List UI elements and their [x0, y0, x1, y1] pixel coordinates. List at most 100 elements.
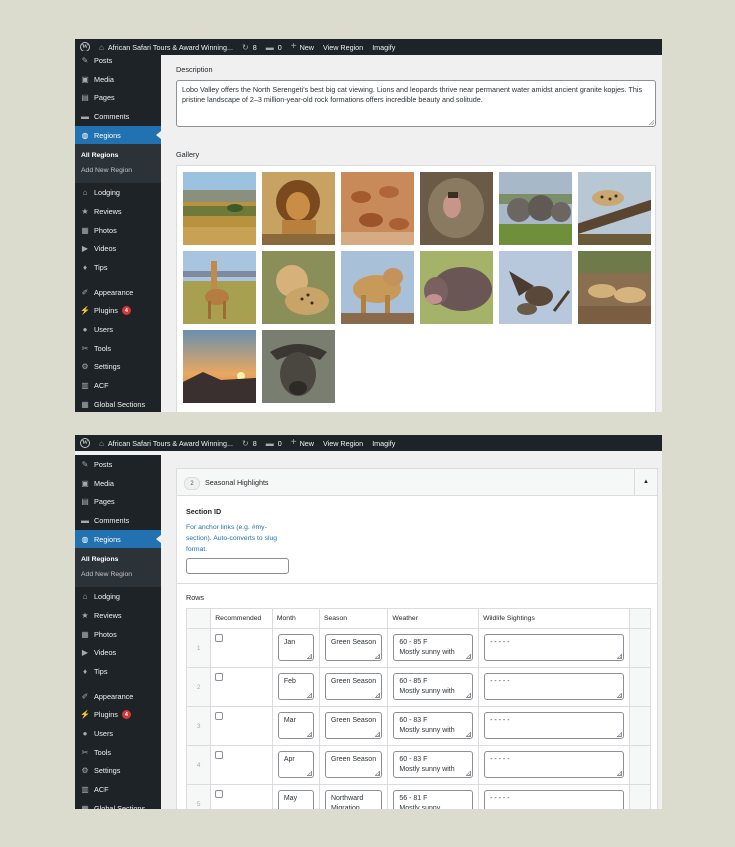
- month-textarea[interactable]: Mar: [277, 712, 314, 739]
- row-handle[interactable]: [628, 745, 652, 785]
- row-number[interactable]: 1: [185, 628, 212, 668]
- sidebar-item-users[interactable]: ● Users: [75, 724, 161, 743]
- comments-link[interactable]: ▬ 0: [266, 39, 282, 55]
- row-handle[interactable]: [628, 667, 652, 707]
- resize-grip-icon[interactable]: [306, 732, 312, 737]
- season-textarea[interactable]: Green Season: [324, 673, 383, 700]
- resize-grip-icon[interactable]: [375, 654, 381, 659]
- month-textarea[interactable]: May: [277, 790, 314, 809]
- wordpress-logo-menu[interactable]: W: [77, 435, 93, 451]
- season-textarea[interactable]: Green Season: [324, 634, 383, 661]
- resize-grip-icon[interactable]: [466, 732, 472, 737]
- sidebar-item-media[interactable]: ▣ Media: [75, 70, 161, 89]
- sidebar-item-tools[interactable]: ✂ Tools: [75, 743, 161, 762]
- wildlife-textarea[interactable]: - - - - -: [484, 790, 624, 809]
- gallery-image-impala-herd[interactable]: [341, 172, 414, 245]
- row-number[interactable]: 4: [185, 745, 212, 785]
- wildlife-textarea[interactable]: - - - - -: [484, 712, 624, 739]
- gallery-image-lioness[interactable]: [341, 251, 414, 324]
- updates-link[interactable]: ↻ 8: [242, 39, 257, 55]
- gallery-image-lion[interactable]: [262, 172, 335, 245]
- sidebar-item-lodging[interactable]: ⌂ Lodging: [75, 183, 161, 202]
- submenu-add-new-region[interactable]: Add New Region: [75, 163, 161, 179]
- sidebar-item-global-sections[interactable]: ▦ Global Sections: [75, 395, 161, 412]
- sidebar-item-pages[interactable]: ▤ Pages: [75, 88, 161, 107]
- weather-textarea[interactable]: 60 - 83 F Mostly sunny with: [393, 712, 474, 739]
- gallery-image-elephants[interactable]: [499, 172, 572, 245]
- sidebar-item-comments[interactable]: ▬ Comments: [75, 107, 161, 126]
- submenu-all-regions[interactable]: All Regions: [75, 551, 161, 567]
- resize-grip-icon[interactable]: [616, 732, 622, 737]
- sidebar-item-reviews[interactable]: ★ Reviews: [75, 606, 161, 625]
- sidebar-item-plugins[interactable]: ⚡ Plugins 4: [75, 302, 161, 321]
- view-region-link[interactable]: View Region: [323, 39, 363, 55]
- sidebar-item-photos[interactable]: ▦ Photos: [75, 221, 161, 240]
- collapse-toggle[interactable]: ▲: [634, 469, 657, 495]
- imagify-link[interactable]: Imagify: [372, 39, 395, 55]
- weather-textarea[interactable]: 60 - 85 F Mostly sunny with: [393, 673, 474, 700]
- resize-grip-icon[interactable]: [306, 693, 312, 698]
- sidebar-item-settings[interactable]: ⚙ Settings: [75, 762, 161, 781]
- resize-grip-icon[interactable]: [306, 771, 312, 776]
- sidebar-item-regions[interactable]: ◍ Regions: [75, 125, 161, 145]
- sidebar-item-media[interactable]: ▣ Media: [75, 474, 161, 493]
- gallery-image-sunset[interactable]: [183, 330, 256, 403]
- gallery-image-baboon[interactable]: [420, 172, 493, 245]
- gallery-image-savanna-landscape[interactable]: [183, 172, 256, 245]
- season-textarea[interactable]: Northward Migration: [324, 790, 383, 809]
- wildlife-textarea[interactable]: - - - - -: [484, 751, 624, 778]
- season-textarea[interactable]: Green Season: [324, 712, 383, 739]
- sidebar-item-regions[interactable]: ◍ Regions: [75, 529, 161, 549]
- recommended-checkbox[interactable]: [215, 790, 224, 798]
- sidebar-item-tips[interactable]: ♦ Tips: [75, 258, 161, 277]
- recommended-checkbox[interactable]: [215, 673, 224, 681]
- resize-grip-icon[interactable]: [466, 771, 472, 776]
- sidebar-item-global-sections[interactable]: ▦ Global Sections: [75, 799, 161, 809]
- submenu-all-regions[interactable]: All Regions: [75, 147, 161, 163]
- recommended-checkbox[interactable]: [215, 712, 224, 720]
- month-textarea[interactable]: Jan: [277, 634, 314, 661]
- row-number[interactable]: 5: [185, 784, 212, 809]
- gallery-image-cheetahs-resting[interactable]: [578, 251, 651, 324]
- weather-textarea[interactable]: 56 - 81 F Mostly sunny: [393, 790, 474, 809]
- layout-order-number[interactable]: 2: [184, 477, 200, 490]
- resize-grip-icon[interactable]: [616, 693, 622, 698]
- weather-textarea[interactable]: 60 - 85 F Mostly sunny with: [393, 634, 474, 661]
- sidebar-item-lodging[interactable]: ⌂ Lodging: [75, 587, 161, 606]
- gallery-image-leopard-in-tree[interactable]: [578, 172, 651, 245]
- view-region-link[interactable]: View Region: [323, 435, 363, 451]
- season-textarea[interactable]: Green Season: [324, 751, 383, 778]
- new-content-link[interactable]: + New: [291, 435, 314, 451]
- sidebar-item-comments[interactable]: ▬ Comments: [75, 511, 161, 530]
- sidebar-item-acf[interactable]: ▥ ACF: [75, 376, 161, 395]
- sidebar-item-tips[interactable]: ♦ Tips: [75, 662, 161, 681]
- weather-textarea[interactable]: 60 - 83 F Mostly sunny with: [393, 751, 474, 778]
- updates-link[interactable]: ↻ 8: [242, 435, 257, 451]
- sidebar-item-videos[interactable]: ▶ Videos: [75, 644, 161, 663]
- site-name-link[interactable]: ⌂ African Safari Tours & Award Winning...: [99, 435, 233, 451]
- row-number[interactable]: 2: [185, 667, 212, 707]
- resize-grip-icon[interactable]: [466, 693, 472, 698]
- resize-grip-icon[interactable]: [616, 654, 622, 659]
- resize-grip-icon[interactable]: [375, 732, 381, 737]
- resize-grip-icon[interactable]: [649, 120, 654, 125]
- sidebar-item-pages[interactable]: ▤ Pages: [75, 492, 161, 511]
- gallery-image-hippo[interactable]: [420, 251, 493, 324]
- imagify-link[interactable]: Imagify: [372, 435, 395, 451]
- sidebar-item-appearance[interactable]: ✐ Appearance: [75, 283, 161, 302]
- wildlife-textarea[interactable]: - - - - -: [484, 634, 624, 661]
- resize-grip-icon[interactable]: [375, 771, 381, 776]
- row-handle[interactable]: [628, 784, 652, 809]
- sidebar-item-photos[interactable]: ▦ Photos: [75, 625, 161, 644]
- sidebar-item-posts[interactable]: ✎ Posts: [75, 455, 161, 474]
- description-textarea[interactable]: Lobo Valley offers the North Serengeti's…: [176, 80, 656, 127]
- sidebar-item-tools[interactable]: ✂ Tools: [75, 339, 161, 358]
- resize-grip-icon[interactable]: [375, 693, 381, 698]
- gallery-image-vultures[interactable]: [499, 251, 572, 324]
- sidebar-item-acf[interactable]: ▥ ACF: [75, 780, 161, 799]
- resize-grip-icon[interactable]: [306, 654, 312, 659]
- wildlife-textarea[interactable]: - - - - -: [484, 673, 624, 700]
- recommended-checkbox[interactable]: [215, 751, 224, 759]
- sidebar-item-videos[interactable]: ▶ Videos: [75, 240, 161, 259]
- section-id-input[interactable]: [186, 558, 289, 574]
